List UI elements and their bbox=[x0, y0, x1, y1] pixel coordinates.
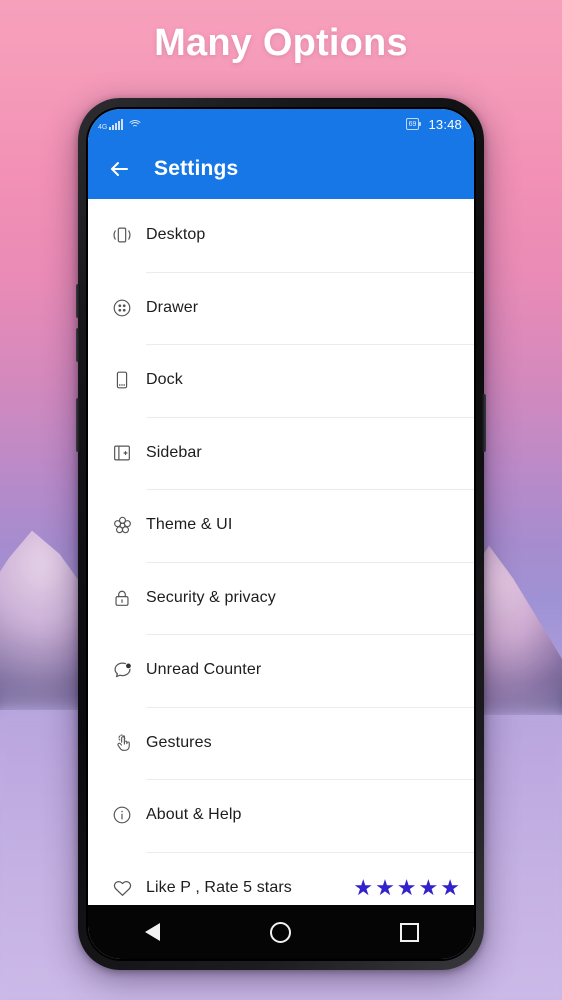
page-title: Many Options bbox=[154, 22, 408, 64]
list-item-desktop[interactable]: Desktop bbox=[88, 199, 474, 272]
dock-icon bbox=[98, 369, 146, 391]
wifi-icon bbox=[127, 119, 144, 130]
sidebar-icon bbox=[98, 442, 146, 464]
list-item-gestures[interactable]: Gestures bbox=[88, 706, 474, 780]
list-item-about-help[interactable]: About & Help bbox=[88, 779, 474, 852]
phone-screen: 4G 69 13:48 Settings Desktop Drawer Dock… bbox=[88, 109, 474, 959]
back-triangle-icon[interactable] bbox=[125, 912, 179, 952]
heart-icon bbox=[98, 876, 146, 899]
rating-stars[interactable]: ★ ★ ★ ★ ★ bbox=[353, 876, 460, 899]
back-arrow-icon[interactable] bbox=[102, 152, 136, 186]
power-button[interactable] bbox=[482, 394, 486, 452]
star-icon[interactable]: ★ bbox=[440, 876, 460, 899]
lock-icon bbox=[98, 587, 146, 609]
chat-bubble-badge-icon bbox=[98, 659, 146, 682]
list-item-theme-ui[interactable]: Theme & UI bbox=[88, 489, 474, 562]
list-item-label: Like P , Rate 5 stars bbox=[146, 878, 292, 896]
list-item-label: About & Help bbox=[146, 806, 242, 824]
hand-tap-icon bbox=[98, 732, 146, 754]
star-icon[interactable]: ★ bbox=[375, 876, 395, 899]
status-bar-left: 4G bbox=[98, 118, 144, 131]
star-icon[interactable]: ★ bbox=[419, 876, 439, 899]
signal-bars-icon bbox=[109, 118, 124, 130]
settings-list: Desktop Drawer Dock Sidebar Theme & UI S… bbox=[88, 199, 474, 905]
assistant-button[interactable] bbox=[76, 398, 80, 452]
list-item-dock[interactable]: Dock bbox=[88, 344, 474, 417]
volume-up-button[interactable] bbox=[76, 284, 80, 318]
app-bar-title: Settings bbox=[154, 157, 239, 180]
list-item-security-privacy[interactable]: Security & privacy bbox=[88, 561, 474, 635]
phone-device-frame: 4G 69 13:48 Settings Desktop Drawer Dock… bbox=[76, 98, 486, 970]
android-navigation-bar bbox=[88, 905, 474, 959]
network-type-label: 4G bbox=[98, 123, 108, 131]
home-circle-icon[interactable] bbox=[254, 912, 308, 952]
theme-flower-icon bbox=[98, 514, 146, 537]
status-bar: 4G 69 13:48 bbox=[88, 109, 474, 139]
screenshot-root: Many Options 4G 69 13:48 Settings Deskto… bbox=[0, 0, 562, 1000]
status-clock: 13:48 bbox=[428, 116, 462, 132]
star-icon[interactable]: ★ bbox=[397, 876, 417, 899]
list-item-label: Theme & UI bbox=[146, 516, 233, 534]
list-item-label: Drawer bbox=[146, 298, 199, 316]
list-item-drawer[interactable]: Drawer bbox=[88, 271, 474, 345]
star-icon[interactable]: ★ bbox=[353, 876, 373, 899]
status-bar-right: 69 13:48 bbox=[405, 116, 462, 132]
app-bar: Settings bbox=[88, 139, 474, 199]
recents-square-icon[interactable] bbox=[383, 912, 437, 952]
list-item-label: Sidebar bbox=[146, 443, 202, 461]
phone-bezel: 4G 69 13:48 Settings Desktop Drawer Dock… bbox=[86, 107, 476, 961]
list-item-rate-app[interactable]: Like P , Rate 5 stars ★ ★ ★ ★ ★ bbox=[88, 851, 474, 906]
volume-down-button[interactable] bbox=[76, 328, 80, 362]
list-item-label: Unread Counter bbox=[146, 661, 262, 679]
list-item-sidebar[interactable]: Sidebar bbox=[88, 416, 474, 490]
drawer-icon bbox=[98, 297, 146, 319]
list-item-label: Dock bbox=[146, 371, 183, 389]
info-circle-icon bbox=[98, 804, 146, 826]
list-item-label: Gestures bbox=[146, 733, 212, 751]
list-item-label: Security & privacy bbox=[146, 588, 276, 606]
list-item-unread-counter[interactable]: Unread Counter bbox=[88, 634, 474, 707]
list-item-label: Desktop bbox=[146, 226, 206, 244]
desktop-icon bbox=[98, 224, 146, 246]
battery-icon: 69 bbox=[405, 118, 422, 130]
